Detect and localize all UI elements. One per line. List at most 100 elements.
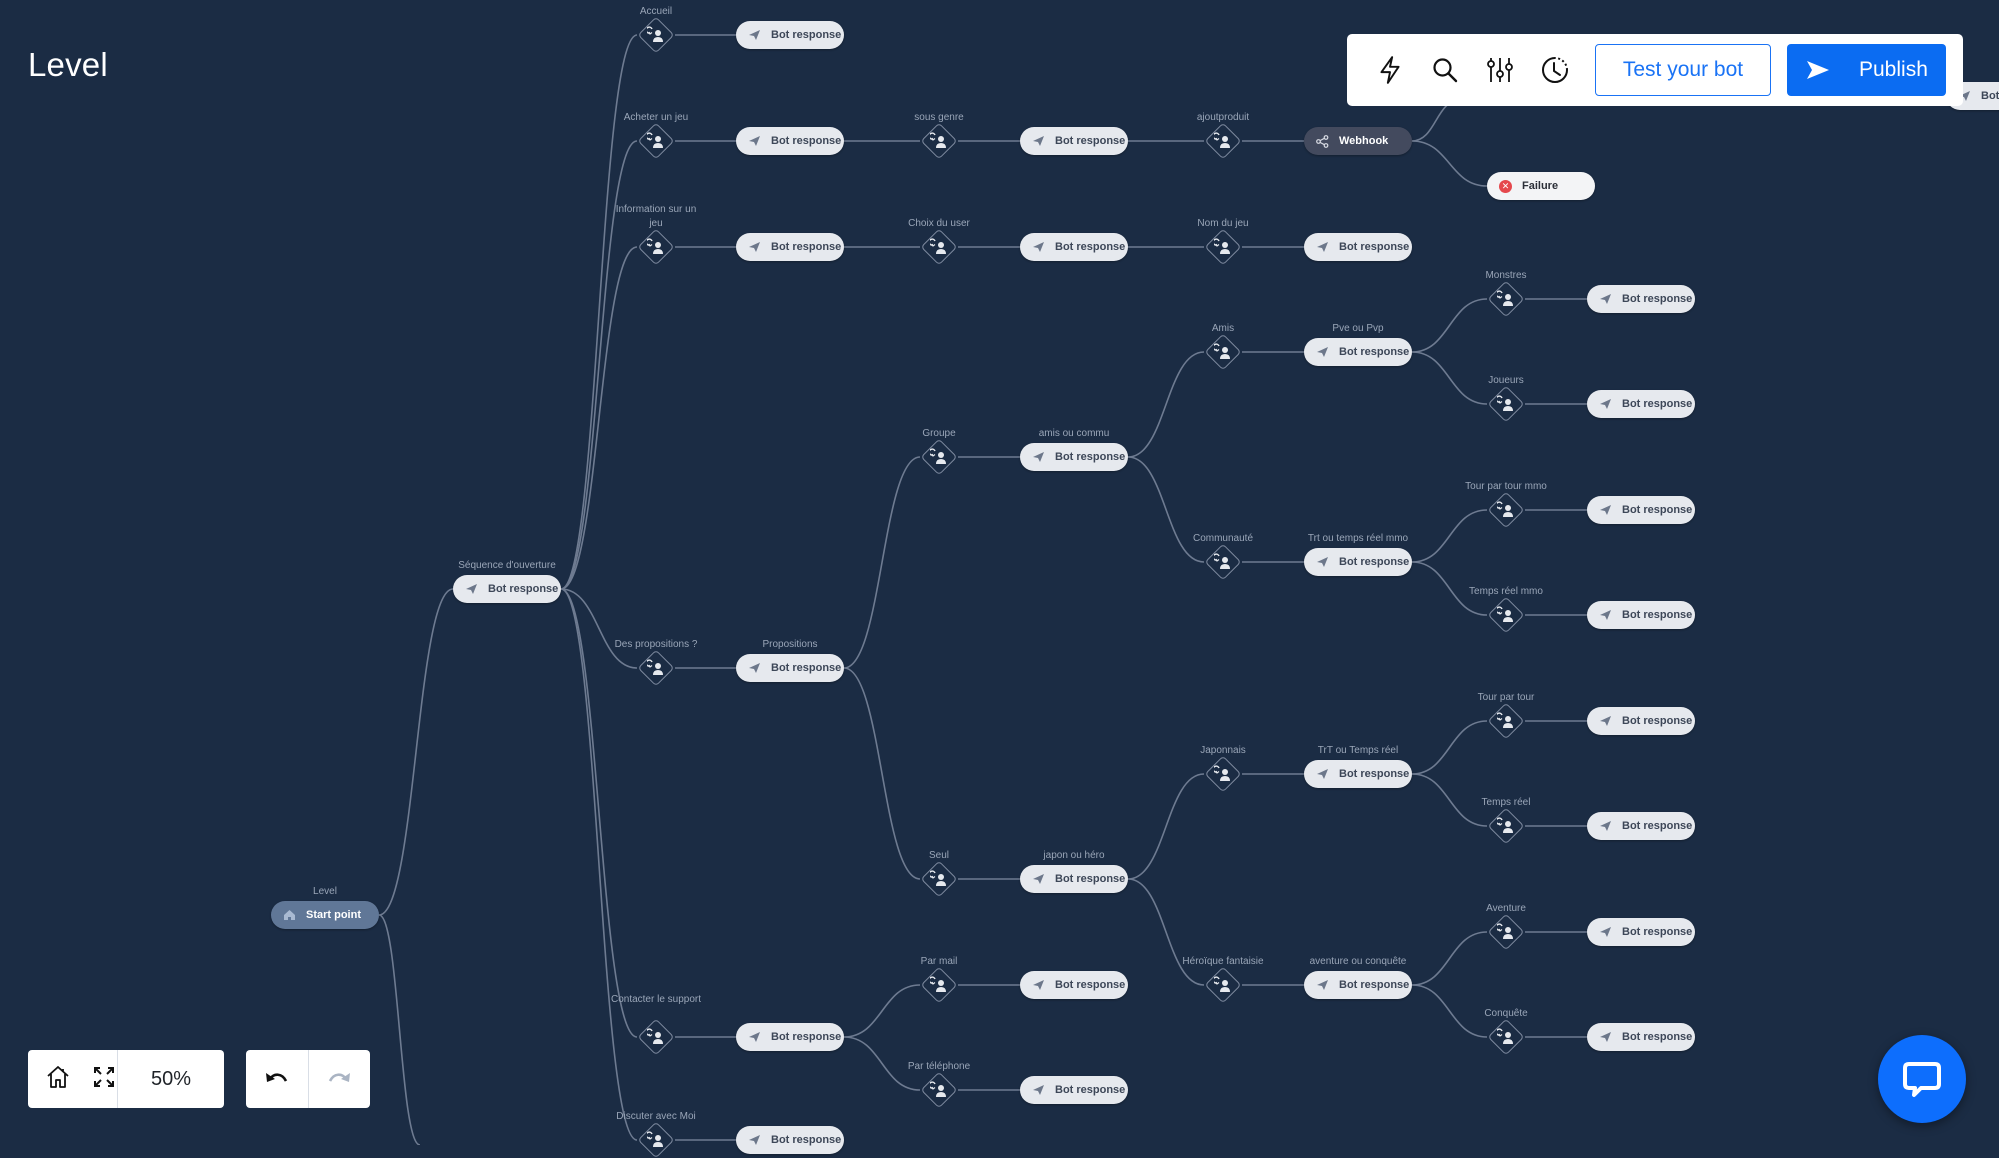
node-label: Discuter avec Moi — [616, 1111, 696, 1122]
bot-response-node[interactable]: Bot response — [1020, 233, 1128, 261]
flow-edge — [1411, 773, 1488, 827]
send-icon — [1600, 927, 1611, 937]
node-label: sous genre — [914, 112, 964, 123]
node-label: aventure ou conquête — [1309, 956, 1407, 967]
user-intent-icon — [646, 131, 666, 151]
failure-node[interactable]: ✕ Failure — [1487, 172, 1595, 200]
node-label: Propositions — [762, 639, 818, 650]
send-icon — [1600, 399, 1611, 409]
user-intent-icon — [929, 1080, 949, 1100]
node-label: Communauté — [1192, 533, 1254, 544]
bot-response-node[interactable]: Bot response — [1587, 601, 1695, 629]
node-text: Bot response — [1339, 241, 1410, 253]
redo-button[interactable] — [309, 1050, 371, 1108]
webhook-node[interactable]: Webhook — [1304, 127, 1412, 155]
send-icon — [749, 30, 760, 40]
node-text: Bot response — [488, 583, 559, 595]
settings-button[interactable] — [1481, 51, 1519, 89]
user-intent-icon — [646, 1027, 666, 1047]
user-intent-icon — [1496, 605, 1516, 625]
flow-edge — [843, 984, 921, 1038]
bot-response-node[interactable]: Bot response — [1304, 233, 1412, 261]
flow-edge — [560, 246, 638, 590]
send-icon — [1317, 347, 1328, 357]
node-label: Des propositions ? — [614, 639, 698, 650]
user-intent-icon — [646, 237, 666, 257]
bot-response-node[interactable]: Bot response — [1587, 285, 1695, 313]
flow-canvas[interactable]: Start point Level Bot response Séquence d'o… — [0, 0, 1999, 1158]
bot-response-node[interactable]: Bot response — [1304, 971, 1412, 999]
node-text: Bot response — [771, 29, 842, 41]
fit-screen-button[interactable] — [93, 1066, 115, 1093]
node-label: Choix du user — [908, 218, 970, 229]
bot-response-node[interactable]: Bot response — [736, 21, 844, 49]
node-text: Bot response — [771, 1134, 842, 1146]
flow-edge — [1411, 509, 1488, 563]
bot-response-node[interactable]: Bot response — [1020, 127, 1128, 155]
node-label: Temps réel — [1481, 797, 1531, 808]
home-button[interactable] — [45, 1064, 71, 1095]
bot-response-node[interactable]: Bot response — [1304, 338, 1412, 366]
node-text: Bot response — [771, 135, 842, 147]
node-text: Bot response — [771, 1031, 842, 1043]
user-intent-icon — [646, 658, 666, 678]
flow-edge — [1127, 878, 1205, 986]
redo-icon — [329, 1073, 351, 1082]
bot-response-node[interactable]: Bot response — [1587, 707, 1695, 735]
send-icon — [1317, 557, 1328, 567]
node-label: TrT ou Temps réel — [1317, 745, 1399, 756]
bot-response-node[interactable]: Bot response — [1304, 548, 1412, 576]
bot-response-node[interactable]: Bot response — [453, 575, 561, 603]
bot-response-node[interactable]: Bot response — [1587, 496, 1695, 524]
undo-button[interactable] — [246, 1050, 309, 1108]
flow-edge — [843, 456, 921, 669]
send-icon — [1600, 821, 1611, 831]
bot-response-node[interactable]: Bot response — [1587, 812, 1695, 840]
bot-response-node[interactable]: Bot response — [1020, 1076, 1128, 1104]
bot-response-node[interactable]: Bot response — [1587, 390, 1695, 418]
node-label: Par mail — [920, 956, 958, 967]
node-label: Amis — [1211, 323, 1235, 334]
send-icon — [1600, 505, 1611, 515]
fullscreen-icon — [94, 1066, 114, 1087]
bot-response-node[interactable]: Bot response — [1020, 443, 1128, 471]
bot-response-node[interactable]: Bot response — [1587, 918, 1695, 946]
send-icon — [749, 136, 760, 146]
flow-edge — [560, 588, 638, 1141]
home-icon — [47, 1065, 69, 1088]
flow-edge — [1127, 351, 1205, 458]
send-icon — [749, 242, 760, 252]
start-point-node[interactable]: Start point — [271, 901, 379, 929]
node-text: Bot response — [1055, 1084, 1126, 1096]
user-intent-icon — [1213, 131, 1233, 151]
live-chat-button[interactable] — [1878, 1035, 1966, 1123]
bot-response-node[interactable]: Bot response — [1020, 971, 1128, 999]
bot-response-node[interactable]: Bot response — [736, 233, 844, 261]
node-label: Séquence d'ouverture — [458, 560, 556, 571]
bot-response-node[interactable]: Bot response — [736, 1023, 844, 1051]
node-text: Bot response — [771, 241, 842, 253]
test-your-bot-button[interactable]: Test your bot — [1595, 44, 1771, 96]
user-intent-icon — [929, 131, 949, 151]
bot-response-node[interactable]: Bot response — [1020, 865, 1128, 893]
flow-edge — [560, 588, 638, 1038]
bot-response-node[interactable]: Bot response — [1587, 1023, 1695, 1051]
home-icon — [284, 910, 295, 920]
shortcuts-button[interactable] — [1371, 51, 1409, 89]
publish-button[interactable]: Publish — [1787, 44, 1946, 96]
send-icon — [1600, 294, 1611, 304]
node-label: Groupe — [922, 428, 956, 439]
bot-response-node[interactable]: Bot response — [736, 1126, 844, 1154]
history-controls — [246, 1050, 370, 1108]
zoom-level[interactable]: 50% — [118, 1050, 224, 1108]
user-intent-icon — [646, 1130, 666, 1150]
send-icon — [1600, 610, 1611, 620]
history-button[interactable] — [1536, 51, 1574, 89]
error-icon: ✕ — [1499, 179, 1512, 193]
bot-response-node[interactable]: Bot response — [1304, 760, 1412, 788]
search-button[interactable] — [1426, 51, 1464, 89]
bot-response-node[interactable]: Bot response — [736, 654, 844, 682]
node-text: Bot response — [1339, 556, 1410, 568]
bot-response-node[interactable]: Bot response — [736, 127, 844, 155]
user-intent-icon — [1496, 289, 1516, 309]
